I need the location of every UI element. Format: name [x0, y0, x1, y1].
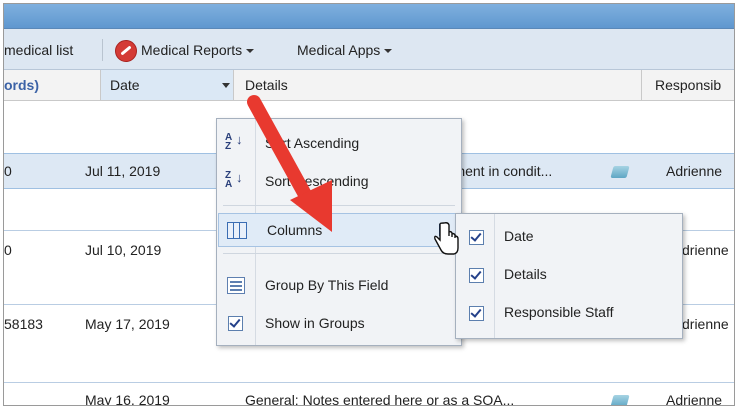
- hand-cursor-icon: [434, 222, 459, 255]
- annotation-arrow-icon: [247, 95, 332, 232]
